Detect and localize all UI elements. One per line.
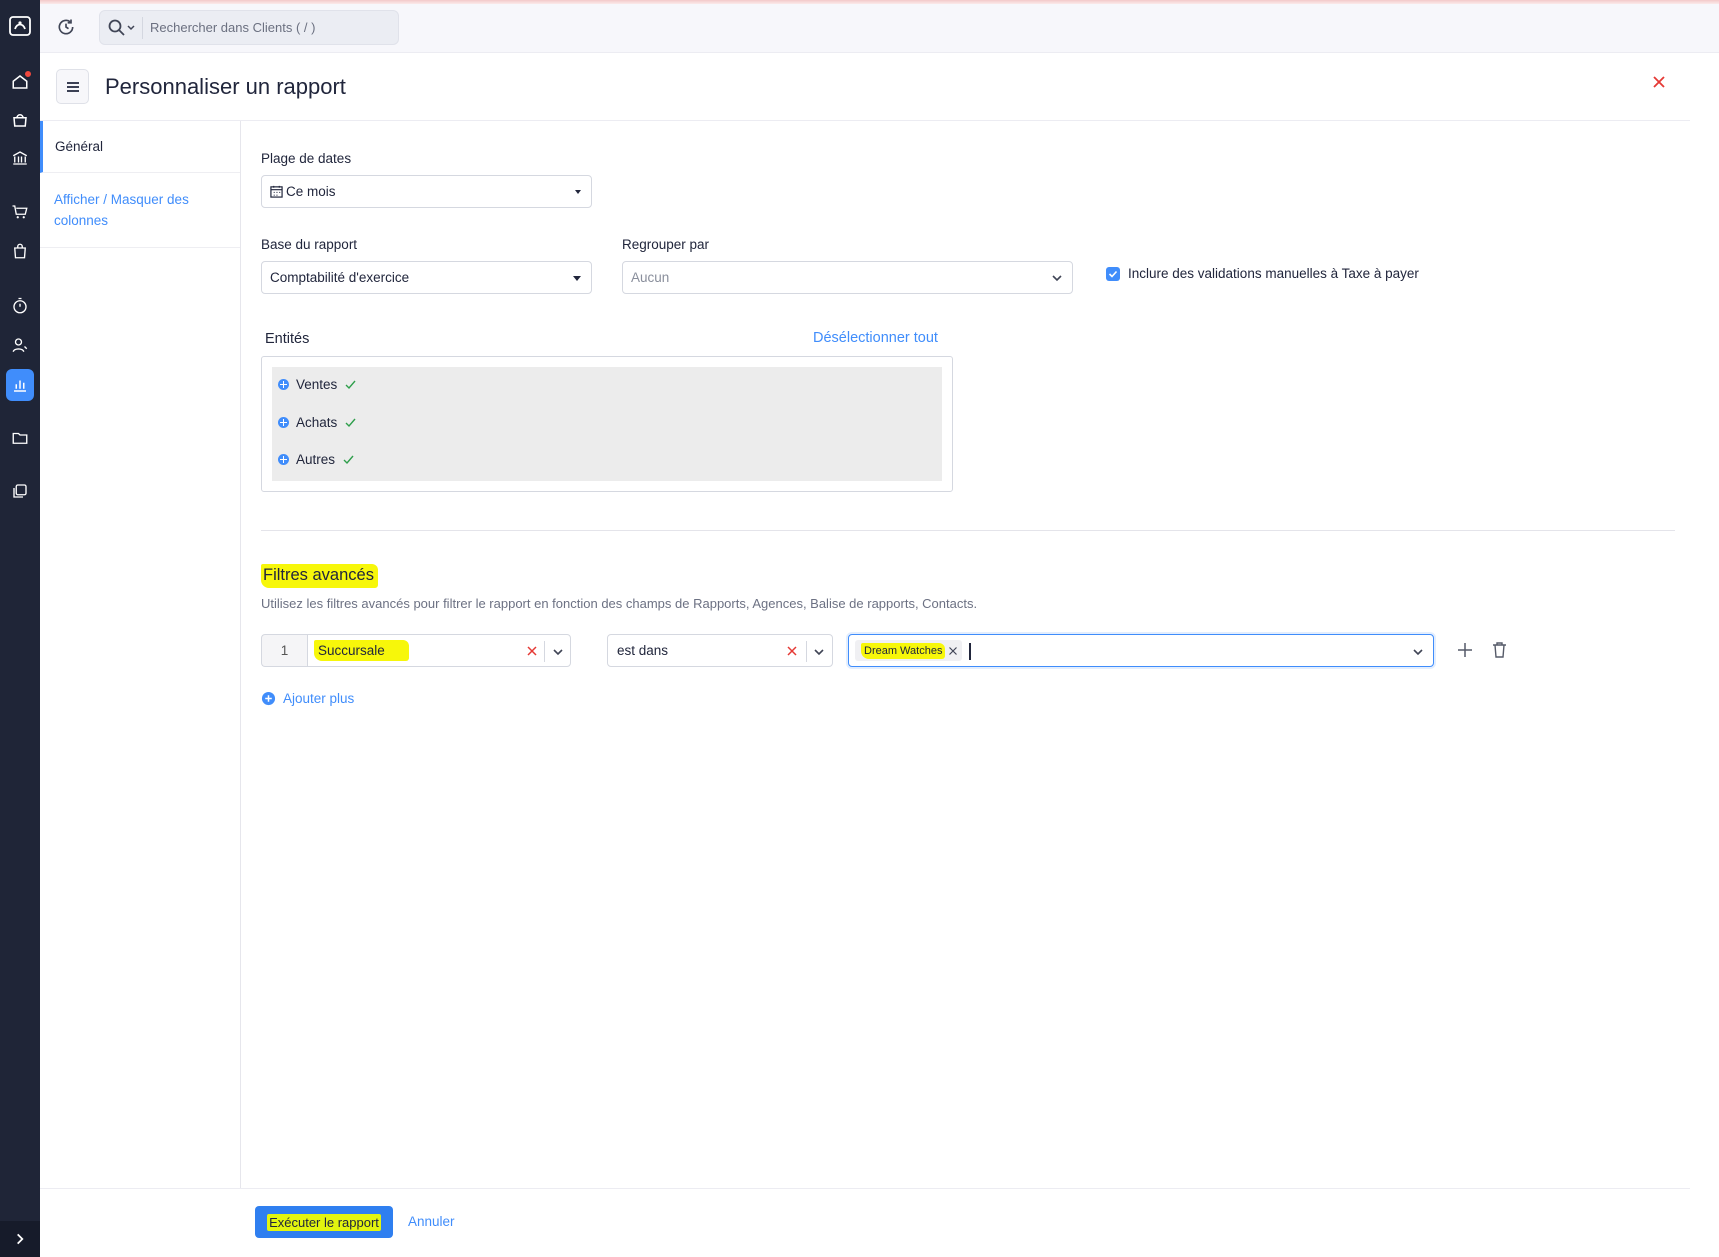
add-row-icon[interactable]	[1457, 642, 1473, 663]
search-icon[interactable]	[108, 19, 138, 42]
entity-item-achats[interactable]: Achats	[278, 415, 356, 430]
clear-x-icon[interactable]	[786, 645, 798, 657]
date-range-value: Ce mois	[286, 184, 336, 199]
section-divider	[261, 530, 1675, 531]
entity-label: Achats	[296, 415, 338, 430]
checkbox-checked-icon	[1106, 266, 1120, 281]
cancel-button[interactable]: Annuler	[408, 1214, 455, 1229]
bag-icon[interactable]	[6, 237, 34, 265]
report-basis-value: Comptabilité d'exercice	[270, 270, 410, 285]
logo-icon[interactable]	[6, 12, 34, 40]
entity-label: Ventes	[296, 377, 338, 392]
recent-history-icon[interactable]	[56, 17, 78, 39]
add-more-label: Ajouter plus	[283, 691, 355, 706]
items-icon[interactable]	[6, 106, 34, 134]
expand-plus-icon[interactable]	[278, 379, 289, 390]
page-header: Personnaliser un rapport	[40, 53, 1690, 121]
chevron-down-icon[interactable]	[812, 645, 826, 659]
group-by-label: Regrouper par	[622, 237, 710, 252]
clear-x-icon[interactable]	[526, 645, 538, 657]
scroll-gutter	[1690, 121, 1719, 1257]
search-input[interactable]	[150, 11, 390, 44]
expand-plus-icon[interactable]	[278, 417, 289, 428]
group-by-select[interactable]: Aucun	[622, 261, 1073, 294]
close-icon[interactable]	[1652, 75, 1666, 94]
bank-icon[interactable]	[6, 144, 34, 172]
caret-down-icon	[575, 190, 581, 194]
reports-icon[interactable]	[6, 369, 34, 401]
entity-item-autres[interactable]: Autres	[278, 452, 354, 467]
advanced-filters-title-text: Filtres avancés	[261, 564, 378, 588]
nav-item-general[interactable]: Général	[40, 121, 240, 173]
top-bar	[40, 4, 1719, 53]
check-icon	[343, 455, 354, 464]
report-basis-label: Base du rapport	[261, 237, 358, 252]
timer-icon[interactable]	[6, 292, 34, 320]
entity-label: Autres	[296, 452, 336, 467]
plus-circle-icon	[261, 691, 276, 706]
include-manual-journals-checkbox[interactable]: Inclure des validations manuelles à Taxe…	[1106, 266, 1419, 281]
cart-icon[interactable]	[6, 198, 34, 226]
advanced-filters-description: Utilisez les filtres avancés pour filtre…	[261, 596, 978, 611]
add-more-button[interactable]: Ajouter plus	[261, 691, 354, 706]
chevron-down-icon	[1052, 275, 1062, 282]
calendar-icon	[270, 185, 283, 198]
entities-box: Ventes Achats Autres	[261, 356, 953, 492]
settings-nav: Général Afficher / Masquer des colonnes	[40, 121, 241, 1188]
filter-values-multiselect[interactable]: Dream Watches	[848, 634, 1434, 667]
chevron-right-icon	[17, 1233, 24, 1245]
search-box[interactable]	[99, 10, 399, 45]
text-cursor	[969, 643, 971, 660]
app: Personnaliser un rapport Général Affiche…	[0, 0, 1719, 1257]
entity-item-ventes[interactable]: Ventes	[278, 377, 356, 392]
chevron-down-icon[interactable]	[1411, 645, 1425, 659]
search-divider	[142, 17, 143, 39]
remove-tag-icon[interactable]	[948, 646, 958, 656]
contacts-icon[interactable]	[6, 331, 34, 359]
filter-field-value: Succursale	[314, 640, 409, 661]
date-range-label: Plage de dates	[261, 151, 352, 166]
value-tag-label: Dream Watches	[861, 642, 946, 659]
check-icon	[345, 380, 356, 389]
chevron-down-icon[interactable]	[551, 645, 565, 659]
include-manual-journals-label: Inclure des validations manuelles à Taxe…	[1128, 266, 1419, 281]
filter-field-select[interactable]: Succursale	[307, 634, 571, 667]
run-report-label: Exécuter le rapport	[267, 1213, 381, 1231]
left-rail	[0, 0, 40, 1257]
page-title: Personnaliser un rapport	[105, 74, 346, 99]
entities-list: Ventes Achats Autres	[272, 367, 942, 481]
footer-bar: Exécuter le rapport Annuler	[40, 1188, 1690, 1257]
hamburger-icon	[66, 81, 79, 92]
filter-operator-select[interactable]: est dans	[607, 634, 833, 667]
check-icon	[345, 418, 356, 427]
advanced-filters-title: Filtres avancés	[261, 564, 378, 588]
home-icon[interactable]	[6, 68, 34, 96]
notification-dot	[24, 70, 32, 78]
report-basis-select[interactable]: Comptabilité d'exercice	[261, 261, 592, 294]
filter-operator-value: est dans	[617, 643, 669, 658]
trash-icon[interactable]	[1492, 641, 1507, 663]
expand-plus-icon[interactable]	[278, 454, 289, 465]
date-range-select[interactable]: Ce mois	[261, 175, 592, 208]
deselect-all-link[interactable]: Désélectionner tout	[813, 330, 938, 346]
folder-icon[interactable]	[6, 424, 34, 452]
menu-toggle-button[interactable]	[56, 69, 89, 104]
filter-row-number: 1	[261, 634, 307, 667]
group-by-placeholder: Aucun	[631, 270, 670, 285]
nav-item-show-hide-columns[interactable]: Afficher / Masquer des colonnes	[40, 173, 240, 248]
expand-rail-button[interactable]	[0, 1221, 40, 1257]
run-report-button[interactable]: Exécuter le rapport	[255, 1206, 393, 1238]
documents-icon[interactable]	[6, 477, 34, 505]
caret-down-icon	[573, 276, 581, 281]
value-tag: Dream Watches	[855, 640, 963, 661]
entities-title: Entités	[265, 331, 310, 347]
select-divider	[544, 641, 545, 662]
select-divider	[806, 641, 807, 662]
